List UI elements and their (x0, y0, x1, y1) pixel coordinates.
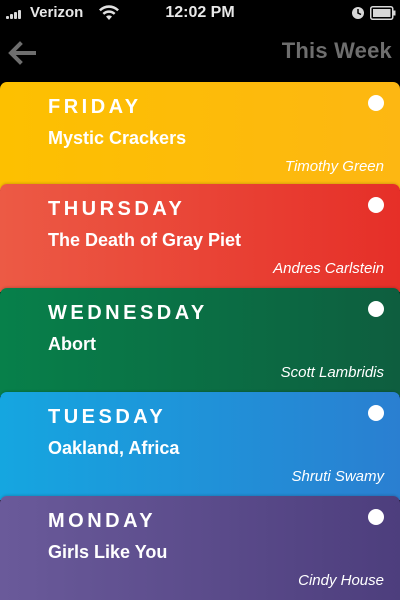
story-day: THURSDAY (48, 198, 186, 220)
story-author: Cindy House (298, 572, 384, 589)
back-arrow-icon[interactable] (6, 38, 40, 68)
alarm-icon (352, 7, 364, 19)
unread-dot-icon[interactable] (368, 301, 384, 317)
story-list: FRIDAY Mystic Crackers Timothy Green THU… (0, 82, 400, 600)
story-day: TUESDAY (48, 406, 167, 428)
story-title: The Death of Gray Piet (48, 230, 242, 250)
story-author: Andres Carlstein (273, 260, 384, 277)
story-title: Girls Like You (48, 542, 168, 562)
story-card-monday[interactable]: MONDAY Girls Like You Cindy House (0, 496, 400, 600)
page-title: This Week (281, 38, 392, 63)
unread-dot-icon[interactable] (368, 509, 384, 525)
story-day: FRIDAY (48, 96, 142, 118)
unread-dot-icon[interactable] (368, 197, 384, 213)
story-author: Shruti Swamy (291, 468, 384, 485)
story-title: Abort (48, 334, 96, 354)
unread-dot-icon[interactable] (368, 95, 384, 111)
story-card-thursday[interactable]: THURSDAY The Death of Gray Piet Andres C… (0, 184, 400, 292)
story-card-wednesday[interactable]: WEDNESDAY Abort Scott Lambridis (0, 288, 400, 396)
unread-dot-icon[interactable] (368, 405, 384, 421)
battery-icon (370, 6, 396, 20)
story-day: WEDNESDAY (48, 302, 208, 324)
nav-bar: This Week (0, 26, 400, 82)
story-title: Mystic Crackers (48, 128, 187, 148)
story-author: Scott Lambridis (280, 364, 384, 381)
story-card-tuesday[interactable]: TUESDAY Oakland, Africa Shruti Swamy (0, 392, 400, 500)
clock: 12:02 PM (165, 4, 235, 21)
story-title: Oakland, Africa (48, 438, 180, 458)
story-author: Timothy Green (284, 158, 384, 175)
story-day: MONDAY (48, 510, 157, 532)
story-card-friday[interactable]: FRIDAY Mystic Crackers Timothy Green (0, 82, 400, 190)
status-bar: Verizon 12:02 PM (0, 0, 400, 26)
